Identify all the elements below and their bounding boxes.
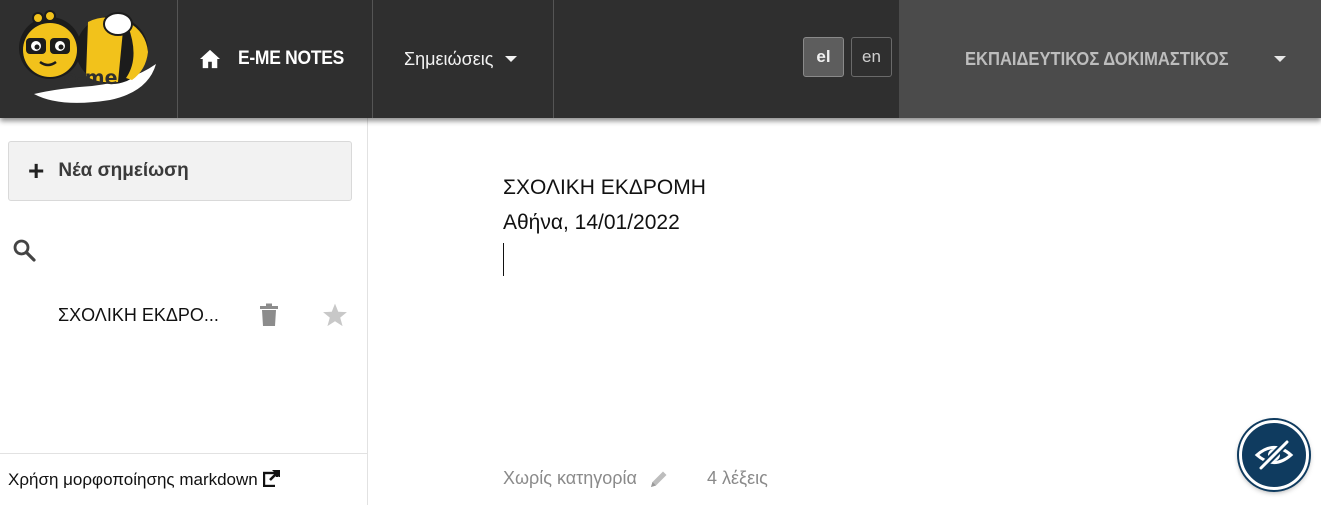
eye-slash-icon bbox=[1254, 439, 1294, 471]
notes-dropdown[interactable]: Σημειώσεις bbox=[374, 0, 554, 118]
note-list-item[interactable]: ΣΧΟΛΙΚΗ ΕΚΔΡΟ... bbox=[0, 296, 367, 338]
new-note-label: Νέα σημείωση bbox=[58, 160, 189, 181]
home-link[interactable]: E-ME NOTES bbox=[179, 0, 373, 118]
notes-menu-label: Σημειώσεις bbox=[404, 48, 494, 69]
new-note-button[interactable]: + Νέα σημείωση bbox=[8, 141, 352, 201]
markdown-help-label: Χρήση μορφοποίησης markdown bbox=[8, 469, 258, 489]
note-title: ΣΧΟΛΙΚΗ ΕΚΔΡΟ... bbox=[58, 305, 219, 325]
app-title: E-ME NOTES bbox=[238, 48, 345, 69]
notes-sidebar: + Νέα σημείωση ΣΧΟΛΙΚΗ ΕΚΔΡΟ... Χρήση μο… bbox=[0, 118, 368, 505]
note-editor[interactable]: ΣΧΟΛΙΚΗ ΕΚΔΡΟΜΗ Αθήνα, 14/01/2022 Χωρίς … bbox=[369, 118, 1321, 505]
search-icon[interactable] bbox=[12, 238, 36, 262]
chevron-down-icon bbox=[1274, 56, 1287, 62]
category-selector[interactable]: Χωρίς κατηγορία bbox=[503, 468, 669, 489]
plus-icon: + bbox=[28, 155, 45, 186]
trash-icon[interactable] bbox=[259, 303, 279, 327]
text-cursor bbox=[503, 243, 504, 276]
star-icon[interactable] bbox=[322, 302, 348, 328]
external-link-icon bbox=[262, 469, 281, 487]
chevron-down-icon bbox=[505, 56, 518, 62]
bee-logo-icon bbox=[19, 10, 156, 103]
accessibility-button[interactable] bbox=[1239, 420, 1309, 490]
top-navbar: e-me E-ME NOTES Σημειώσεις el en ΕΚΠΑΙΔΕ… bbox=[0, 0, 1321, 118]
logo-text: e-me bbox=[64, 67, 118, 89]
language-en-button[interactable]: en bbox=[851, 37, 892, 77]
category-label: Χωρίς κατηγορία bbox=[503, 468, 637, 488]
home-icon bbox=[200, 49, 220, 69]
pencil-icon[interactable] bbox=[649, 469, 669, 489]
word-count: 4 λέξεις bbox=[707, 468, 768, 488]
user-name: ΕΚΠΑΙΔΕΥΤΙΚΟΣ ΔΟΚΙΜΑΣΤΙΚΟΣ bbox=[965, 48, 1229, 69]
editor-line[interactable]: ΣΧΟΛΙΚΗ ΕΚΔΡΟΜΗ bbox=[503, 176, 706, 200]
language-el-button[interactable]: el bbox=[803, 37, 844, 77]
user-dropdown[interactable]: ΕΚΠΑΙΔΕΥΤΙΚΟΣ ΔΟΚΙΜΑΣΤΙΚΟΣ bbox=[899, 0, 1321, 118]
markdown-help-link[interactable]: Χρήση μορφοποίησης markdown bbox=[0, 453, 367, 505]
editor-line[interactable]: Αθήνα, 14/01/2022 bbox=[503, 211, 680, 235]
e-me-logo[interactable]: e-me bbox=[0, 0, 178, 118]
